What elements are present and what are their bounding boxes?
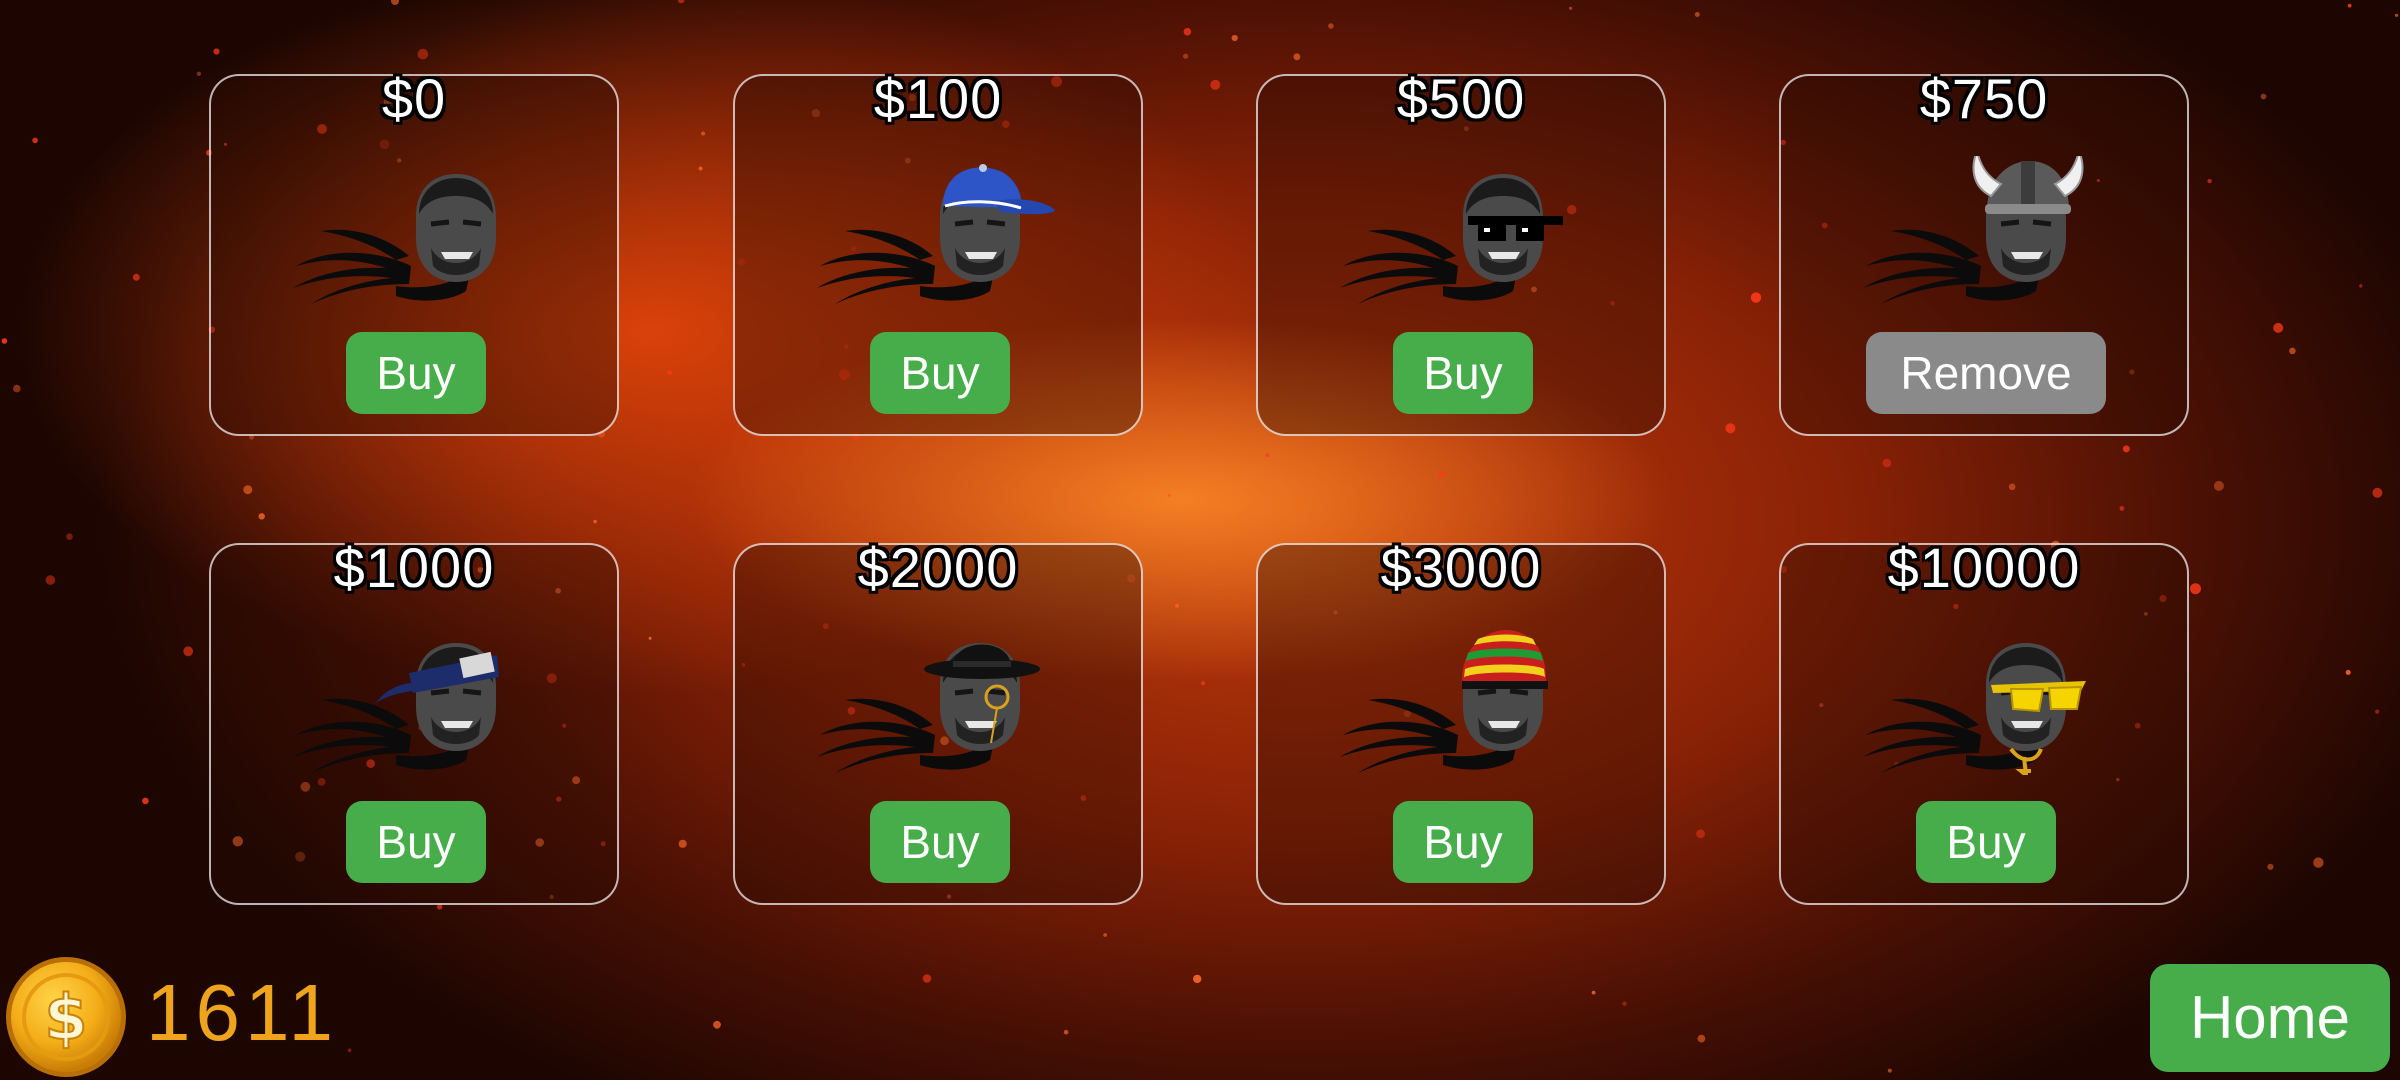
shop-item-card: $2000 Buy — [733, 536, 1143, 905]
item-price: $100 — [873, 67, 1003, 130]
item-price: $3000 — [1380, 536, 1542, 599]
item-price: $10000 — [1887, 536, 2081, 599]
avatar-blue-cap-icon — [817, 164, 1055, 304]
avatar-pixel-sunglasses-icon — [1340, 174, 1563, 304]
avatar-bowler-hat-icon — [817, 643, 1040, 773]
buy-button[interactable]: Buy — [1916, 801, 2056, 883]
remove-button[interactable]: Remove — [1866, 332, 2106, 414]
dollar-coin-icon: $ — [6, 957, 126, 1077]
avatar-plain-icon — [293, 174, 496, 304]
item-price: $500 — [1396, 67, 1526, 130]
avatar-rasta-beanie-icon — [1340, 630, 1548, 773]
shop-item-card: $500 Buy — [1256, 67, 1666, 436]
buy-button[interactable]: Buy — [1393, 332, 1533, 414]
svg-text:$: $ — [44, 981, 87, 1054]
item-price: $0 — [381, 67, 447, 130]
buy-button[interactable]: Buy — [346, 332, 486, 414]
shop-item-card: $3000 Buy — [1256, 536, 1666, 905]
coin-count: 1611 — [146, 968, 339, 1057]
item-price: $2000 — [857, 536, 1019, 599]
shop-item-card: $100 Buy — [733, 67, 1143, 436]
avatar-ninja-headband-icon — [293, 643, 499, 773]
coin-balance: $ 1611 — [4, 955, 364, 1079]
buy-button[interactable]: Buy — [346, 801, 486, 883]
buy-button[interactable]: Buy — [1393, 801, 1533, 883]
shop-item-card: $1000 Buy — [209, 536, 619, 905]
home-button[interactable]: Home — [2150, 964, 2390, 1072]
shop-item-card: $10000 Buy — [1779, 536, 2189, 905]
avatar-gold-shades-icon — [1863, 643, 2086, 775]
shop-item-card: $750 Remove — [1779, 67, 2189, 436]
item-price: $1000 — [333, 536, 495, 599]
avatar-viking-helmet-icon — [1863, 156, 2084, 304]
shop-item-card: $0 Buy — [209, 67, 619, 436]
shop-screen: $0 Buy $100 Buy $500 Buy $750 Remove $10… — [0, 0, 2400, 1080]
buy-button[interactable]: Buy — [870, 801, 1010, 883]
item-price: $750 — [1919, 67, 2049, 130]
buy-button[interactable]: Buy — [870, 332, 1010, 414]
